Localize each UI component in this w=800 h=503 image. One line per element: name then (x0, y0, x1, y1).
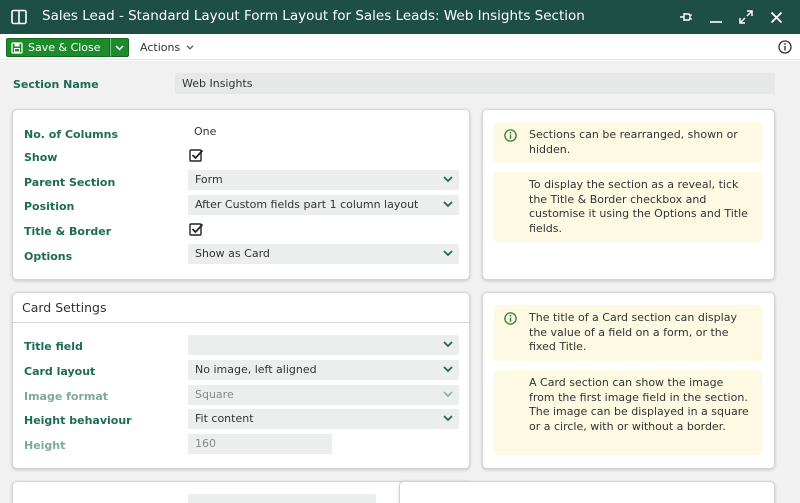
chevron-down-icon (443, 366, 453, 373)
minimize-icon (710, 21, 722, 23)
chevron-down-icon (443, 176, 453, 183)
columns-value: One (194, 125, 217, 138)
height-behaviour-label: Height behaviour (24, 414, 132, 427)
window-title: Sales Lead - Standard Layout Form Layout… (42, 8, 585, 24)
help-note-text: Sections can be rearranged, shown or hid… (529, 128, 738, 156)
columns-label: No. of Columns (24, 128, 119, 141)
window-titlebar: Sales Lead - Standard Layout Form Layout… (0, 0, 800, 34)
general-help-card: Sections can be rearranged, shown or hid… (482, 109, 775, 280)
save-and-close-button[interactable]: Save & Close (6, 38, 110, 57)
pin-button[interactable] (676, 7, 696, 27)
help-note-text: A Card section can show the image from t… (529, 376, 749, 433)
options-select[interactable]: Show as Card (188, 244, 459, 264)
position-value: After Custom fields part 1 column layout (195, 198, 419, 211)
section-name-label: Section Name (13, 78, 99, 91)
height-label: Height (24, 439, 66, 452)
toolbar: Save & Close Actions (0, 34, 800, 60)
title-field-label: Title field (24, 340, 83, 353)
show-label: Show (24, 151, 58, 164)
maximize-button[interactable] (736, 7, 756, 27)
help-note: Sections can be rearranged, shown or hid… (494, 122, 762, 163)
chevron-down-icon (443, 201, 453, 208)
save-icon (11, 41, 23, 54)
chevron-down-icon (443, 250, 453, 257)
image-format-select[interactable]: Square (188, 385, 459, 405)
chevron-down-icon (443, 415, 453, 422)
parent-section-select[interactable]: Form (188, 170, 459, 190)
parent-section-value: Form (195, 173, 223, 186)
height-behaviour-value: Fit content (195, 412, 254, 425)
chevron-down-icon (443, 391, 453, 398)
save-button-label: Save & Close (28, 41, 101, 54)
title-border-label: Title & Border (24, 225, 112, 238)
card-layout-select[interactable]: No image, left aligned (188, 360, 459, 380)
help-note: A Card section can show the image from t… (494, 370, 762, 455)
parent-section-label: Parent Section (24, 176, 116, 189)
card-settings-header: Card Settings (13, 293, 469, 323)
chevron-down-icon (186, 45, 194, 50)
save-options-dropdown[interactable] (110, 38, 129, 57)
next-field-input[interactable] (188, 494, 376, 503)
pin-icon (680, 13, 692, 21)
section-name-input[interactable]: Web Insights (175, 73, 775, 94)
chevron-down-icon (443, 341, 453, 348)
card-settings-card: Card Settings Title field Card layout No… (12, 292, 470, 469)
height-behaviour-select[interactable]: Fit content (188, 409, 459, 429)
position-label: Position (24, 200, 75, 213)
image-format-label: Image format (24, 390, 109, 403)
position-select[interactable]: After Custom fields part 1 column layout (188, 195, 459, 215)
help-note: To display the section as a reveal, tick… (494, 172, 762, 242)
help-note-text: To display the section as a reveal, tick… (529, 178, 748, 235)
info-icon (504, 312, 517, 325)
expand-icon (739, 10, 753, 24)
title-border-checkbox[interactable] (189, 222, 204, 237)
card-layout-value: No image, left aligned (195, 363, 317, 376)
general-settings-card: No. of Columns One Show Parent Section F… (12, 109, 470, 280)
panel-layout-icon (11, 9, 27, 25)
help-note-text: The title of a Card section can display … (529, 311, 737, 353)
card-layout-label: Card layout (24, 365, 96, 378)
chevron-down-icon (115, 44, 124, 51)
actions-label: Actions (140, 41, 181, 54)
actions-menu[interactable]: Actions (140, 39, 194, 56)
show-checkbox[interactable] (189, 148, 204, 163)
image-format-value: Square (195, 388, 234, 401)
options-value: Show as Card (195, 247, 270, 260)
minimize-button[interactable] (706, 7, 726, 27)
close-icon (770, 11, 782, 23)
title-field-select[interactable] (188, 335, 459, 355)
info-icon (504, 129, 517, 142)
form-content: Section Name Web Insights No. of Columns… (0, 61, 800, 503)
next-help-card (399, 481, 775, 503)
height-input[interactable]: 160 (188, 434, 332, 454)
close-button[interactable] (766, 7, 786, 27)
info-icon[interactable] (778, 40, 792, 54)
card-help-card: The title of a Card section can display … (482, 292, 775, 469)
help-note: The title of a Card section can display … (494, 305, 762, 361)
options-label: Options (24, 250, 73, 263)
